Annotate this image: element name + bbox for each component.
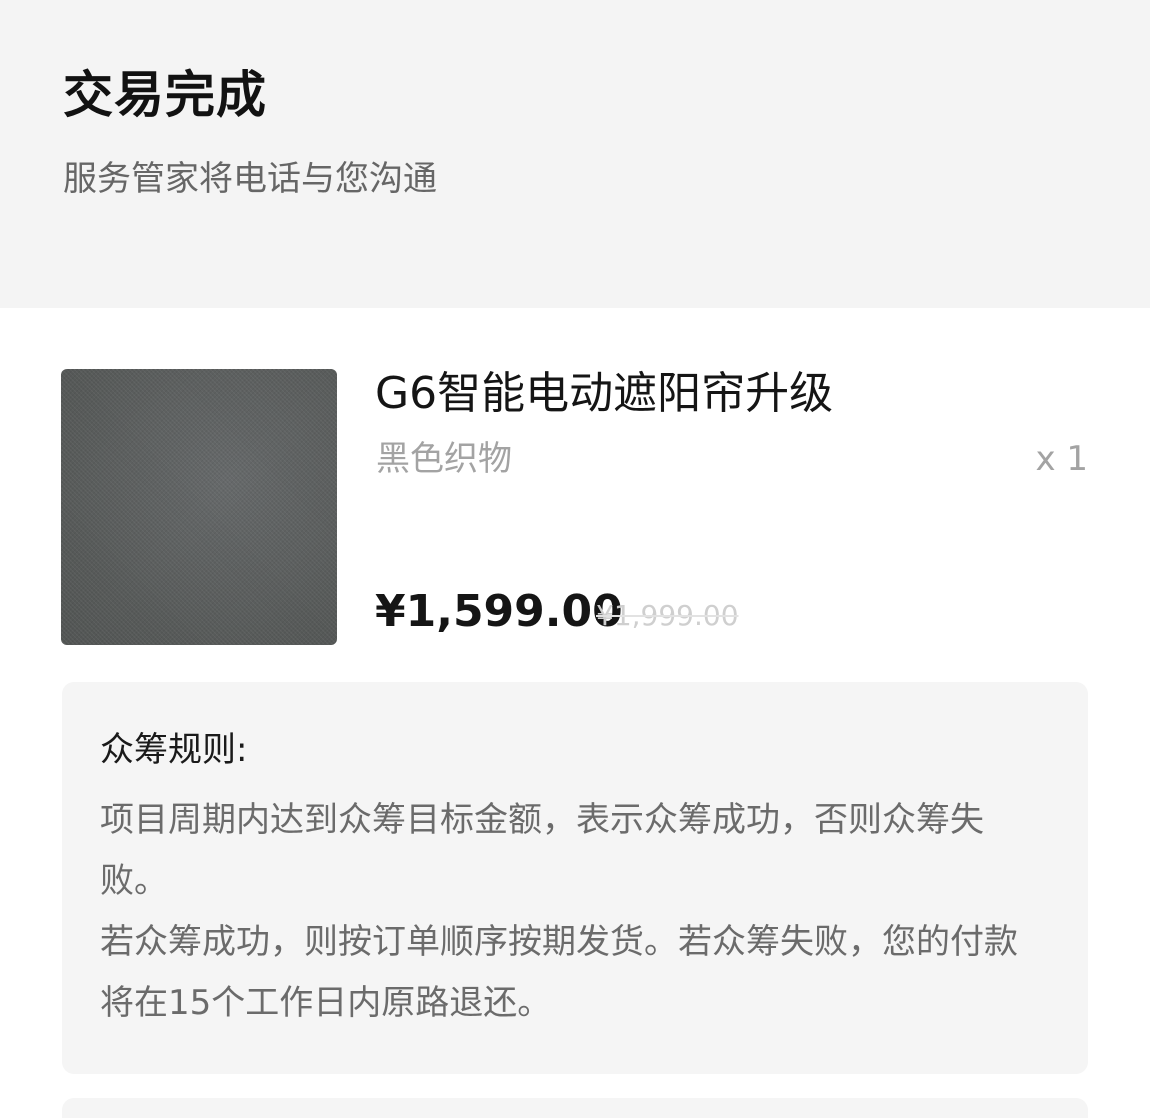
crowdfunding-rules-title: 众筹规则:: [100, 730, 248, 770]
crowdfunding-rule-paragraph: 若众筹成功，则按订单顺序按期发货。若众筹失败，您的付款将在15个工作日内原路退还…: [100, 922, 1018, 1023]
product-name[interactable]: G6智能电动遮阳帘升级: [375, 364, 833, 424]
crowdfunding-rules-card: 众筹规则: 项目周期内达到众筹目标金额，表示众筹成功，否则众筹失败。 若众筹成功…: [62, 682, 1088, 1074]
order-status-header: 交易完成 服务管家将电话与您沟通: [0, 0, 1150, 308]
order-status-title: 交易完成: [63, 66, 267, 124]
order-status-subtitle: 服务管家将电话与您沟通: [63, 159, 437, 199]
order-detail-content: G6智能电动遮阳帘升级 黑色织物 x 1 ¥1,599.00 ¥1,999.00…: [0, 308, 1150, 1118]
product-variant: 黑色织物: [376, 439, 512, 479]
product-price-original: ¥1,999.00: [596, 599, 739, 632]
crowdfunding-rules-body: 项目周期内达到众筹目标金额，表示众筹成功，否则众筹失败。 若众筹成功，则按订单顺…: [100, 790, 1040, 1034]
product-image[interactable]: [61, 369, 337, 645]
product-quantity: x 1: [1035, 439, 1088, 479]
crowdfunding-rule-paragraph: 项目周期内达到众筹目标金额，表示众筹成功，否则众筹失败。: [100, 800, 984, 901]
next-card-edge: [62, 1098, 1088, 1118]
product-price-current: ¥1,599.00: [375, 586, 623, 637]
